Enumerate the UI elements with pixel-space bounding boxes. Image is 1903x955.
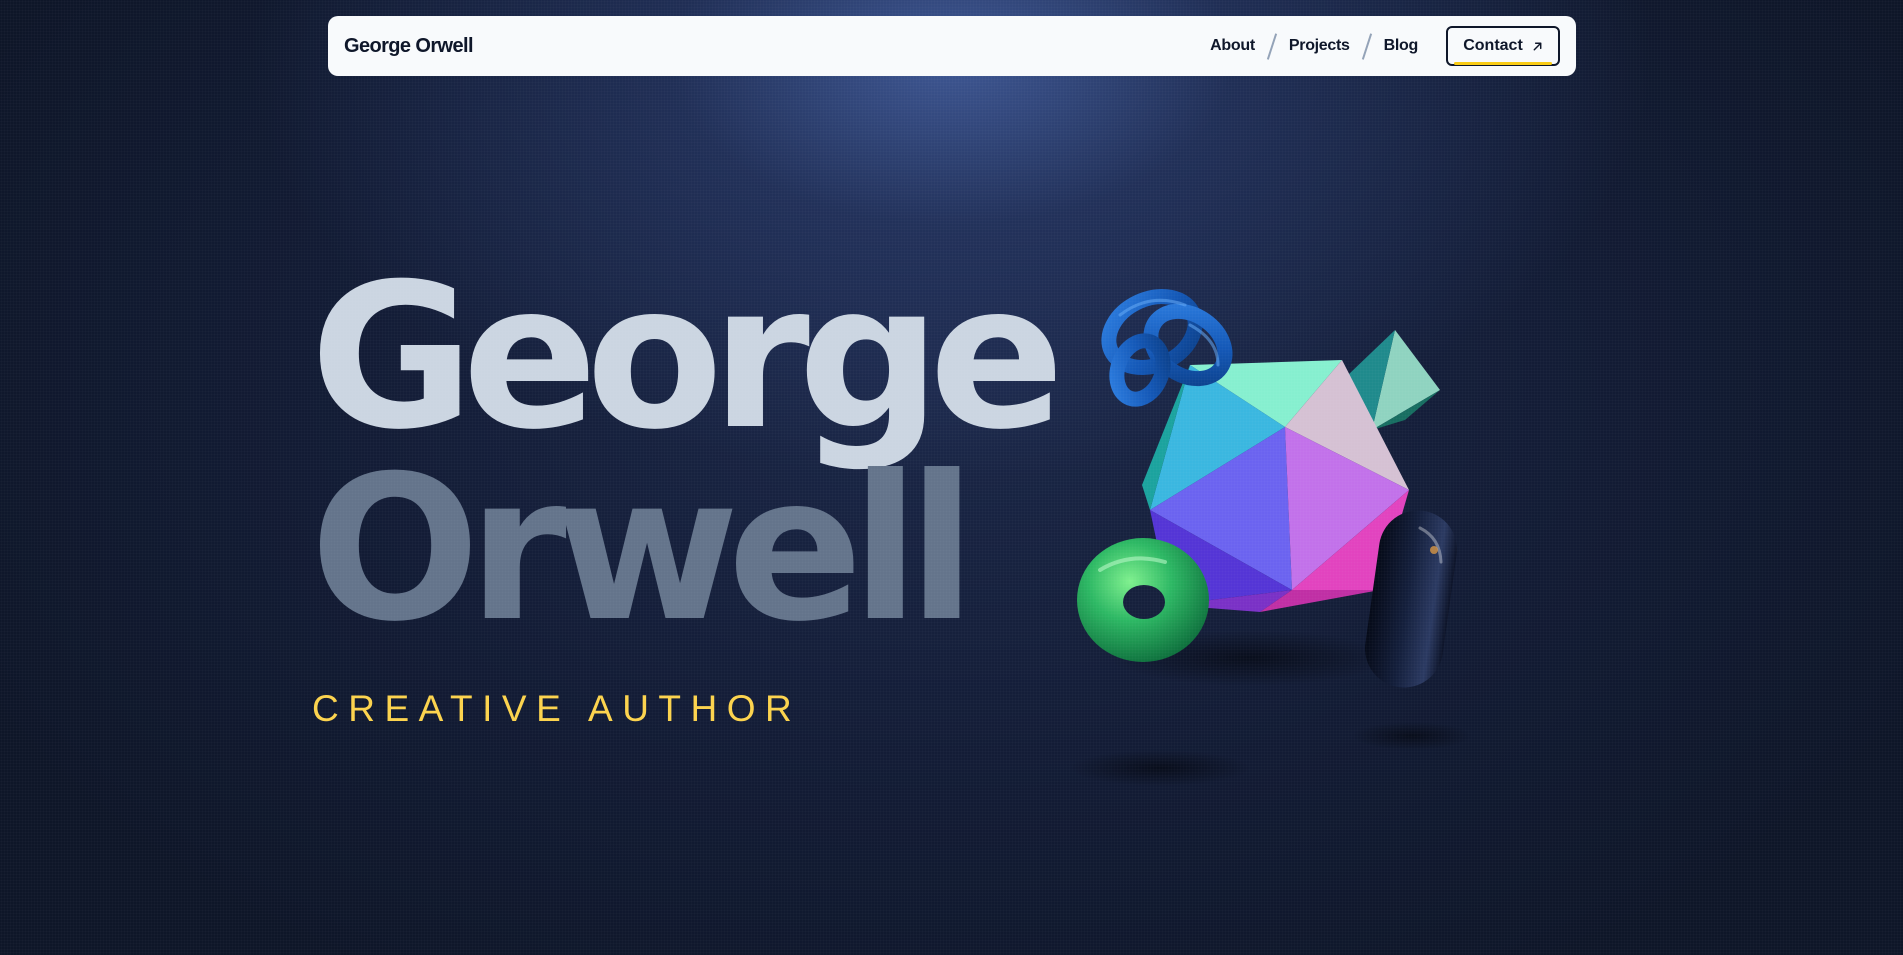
top-navigation: George Orwell About Projects Blog Contac…: [328, 16, 1576, 76]
nav-links: About Projects Blog Contact: [1210, 16, 1560, 76]
hero-first-name: George: [310, 241, 1065, 474]
contact-button[interactable]: Contact: [1446, 26, 1560, 66]
nav-link-blog[interactable]: Blog: [1384, 37, 1419, 55]
shapes-illustration: [1060, 270, 1480, 800]
nav-link-about[interactable]: About: [1210, 37, 1255, 55]
nav-separator: [1366, 33, 1368, 59]
hero-last-name: Orwell: [310, 433, 976, 666]
hero-tagline: CREATIVE AUTHOR: [312, 688, 802, 729]
arrow-up-right-icon: [1533, 42, 1542, 50]
brand-logo[interactable]: George Orwell: [344, 16, 474, 76]
nav-separator: [1271, 33, 1273, 59]
contact-button-label: Contact: [1463, 37, 1523, 54]
capsule-icon: [1365, 510, 1457, 688]
nav-link-projects[interactable]: Projects: [1289, 37, 1350, 55]
